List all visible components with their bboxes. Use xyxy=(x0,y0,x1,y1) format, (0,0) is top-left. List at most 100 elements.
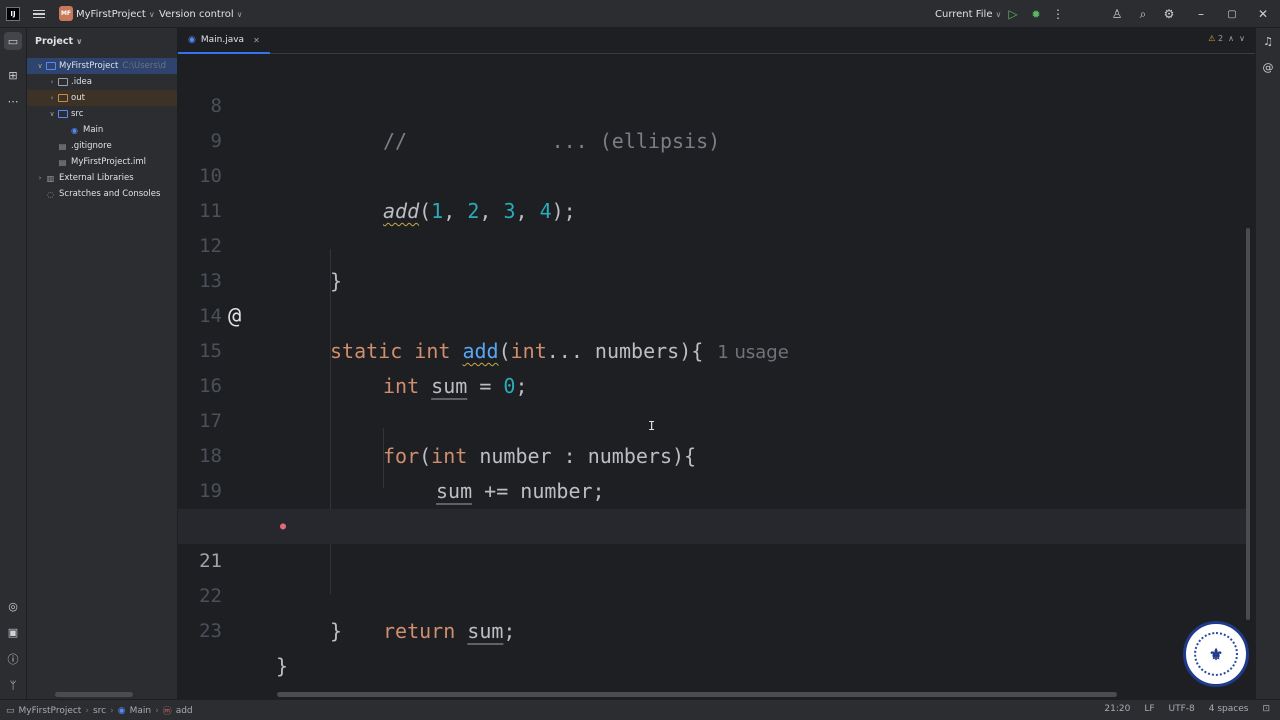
chevron-up-icon: ∧ xyxy=(1225,34,1235,43)
structure-icon[interactable]: ⊞ xyxy=(4,66,22,84)
lightbulb-icon[interactable]: ● xyxy=(280,509,286,544)
close-tab-icon[interactable]: ✕ xyxy=(253,36,260,45)
chevron-down-icon: ∨ xyxy=(1236,34,1245,43)
run-config-selector[interactable]: Current File ∨ xyxy=(935,0,1001,28)
chevron-right-icon[interactable]: › xyxy=(35,174,45,182)
more-icon[interactable]: ⋮ xyxy=(1050,6,1066,22)
chevron-down-icon[interactable]: ∨ xyxy=(47,110,57,118)
code-line-current: 21 ● return sum; xyxy=(178,509,1248,643)
chevron-down-icon[interactable]: ∨ xyxy=(35,62,45,70)
chevron-right-icon: › xyxy=(110,705,114,716)
keyword: return xyxy=(383,619,456,643)
file-encoding[interactable]: UTF-8 xyxy=(1169,704,1195,714)
inspection-widget[interactable]: ⚠ 2 ∧ ∨ xyxy=(1208,34,1245,43)
root-path-hint: C:\Users\d xyxy=(122,61,167,71)
status-widgets: 21:20 LF UTF-8 4 spaces ⊡ xyxy=(1104,704,1270,714)
java-class-icon: ◉ xyxy=(71,125,78,135)
editor-vertical-scrollbar[interactable] xyxy=(1246,228,1250,620)
code-line: 19 } xyxy=(178,439,1248,538)
tree-item[interactable]: ∨ src xyxy=(27,106,177,122)
left-tool-strip: ▭ ⊞ ⋯ ◎ ▣ ⓘ ᛘ xyxy=(0,28,27,699)
project-switcher[interactable]: MyFirstProject ∨ xyxy=(76,0,155,28)
terminal-icon[interactable]: ▣ xyxy=(4,623,22,641)
project-folder-icon[interactable]: ▭ xyxy=(4,32,22,50)
tree-item[interactable]: ▤ MyFirstProject.iml xyxy=(27,154,177,170)
more-tools-icon[interactable]: ⋯ xyxy=(4,92,22,110)
code-area[interactable]: 8 // ... (ellipsis) 9 10 add(1, 2, 3, 4)… xyxy=(178,54,1255,694)
run-config-label: Current File xyxy=(935,8,993,20)
project-panel-header[interactable]: Project ∨ xyxy=(35,36,83,47)
module-icon: ▭ xyxy=(6,705,15,716)
notifications-icon[interactable]: ♫ xyxy=(1259,32,1277,50)
tree-item[interactable]: › .idea xyxy=(27,74,177,90)
minimize-icon[interactable]: – xyxy=(1193,6,1209,22)
git-icon[interactable]: ᛘ xyxy=(4,676,22,694)
breadcrumb-item[interactable]: src xyxy=(93,706,106,716)
main-menu-icon[interactable] xyxy=(32,0,46,28)
indent-setting[interactable]: 4 spaces xyxy=(1209,704,1249,714)
ai-assistant-icon[interactable]: @ xyxy=(1259,58,1277,76)
tree-item-label: .idea xyxy=(71,77,92,87)
debug-icon[interactable]: ✹ xyxy=(1028,6,1044,22)
tree-item[interactable]: › out xyxy=(27,90,177,106)
code-line: 8 // ... (ellipsis) xyxy=(178,54,1248,153)
tree-item-label: out xyxy=(71,93,85,103)
code-editor[interactable]: ◉ Main.java ✕ ⚠ 2 ∧ ∨ 8 // ... (ellipsis… xyxy=(178,28,1255,699)
code-line: 15 int sum = 0; xyxy=(178,299,1248,398)
run-icon[interactable]: ▷ xyxy=(1005,6,1021,22)
panel-horizontal-scrollbar[interactable] xyxy=(55,692,133,697)
vcs-label: Version control xyxy=(159,8,234,20)
file-icon: ▤ xyxy=(58,157,67,167)
breadcrumb-item[interactable]: Main xyxy=(130,706,152,716)
search-icon[interactable]: ⌕ xyxy=(1135,6,1151,22)
tree-item[interactable]: ∨ MyFirstProject C:\Users\d xyxy=(27,58,177,74)
tree-item-label: Scratches and Consoles xyxy=(59,189,161,199)
tree-item[interactable]: › ▥ External Libraries xyxy=(27,170,177,186)
folder-icon xyxy=(57,110,68,119)
file-icon: ▤ xyxy=(58,141,67,151)
folder-icon xyxy=(45,62,56,71)
right-tool-strip: ♫ @ xyxy=(1255,28,1280,699)
tree-item-label: MyFirstProject xyxy=(59,61,119,71)
account-icon[interactable]: ♙ xyxy=(1109,6,1125,22)
problems-icon[interactable]: ⓘ xyxy=(4,650,22,668)
line-number: 23 xyxy=(199,620,222,642)
variable: sum xyxy=(467,619,504,643)
breadcrumb-item[interactable]: add xyxy=(176,706,193,716)
chevron-right-icon[interactable]: › xyxy=(47,94,57,102)
tree-item[interactable]: ◉ Main xyxy=(27,122,177,138)
chevron-down-icon: ∨ xyxy=(76,37,83,46)
tab-label: Main.java xyxy=(200,35,245,45)
tree-item[interactable]: ▤ .gitignore xyxy=(27,138,177,154)
breadcrumb-item[interactable]: MyFirstProject xyxy=(19,706,82,716)
inspection-count: 2 xyxy=(1218,34,1224,43)
code-line: 23 } xyxy=(178,579,1248,678)
chevron-right-icon: › xyxy=(155,705,159,716)
status-bar: ▭ MyFirstProject › src › ◉ Main › ⓜ add … xyxy=(0,699,1280,720)
warning-icon: ⚠ xyxy=(1208,34,1216,43)
code-line: 9 xyxy=(178,89,1248,152)
vcs-menu[interactable]: Version control ∨ xyxy=(159,0,242,28)
tree-item-label: src xyxy=(71,109,84,119)
code-line: 13 @ static int add(int... numbers){1 us… xyxy=(178,229,1248,363)
logo-emblem-icon: ⚜ xyxy=(1194,632,1238,676)
settings-icon[interactable]: ⚙ xyxy=(1161,6,1177,22)
tree-item[interactable]: ◌ Scratches and Consoles xyxy=(27,186,177,202)
close-icon[interactable]: ✕ xyxy=(1255,6,1271,22)
chevron-right-icon[interactable]: › xyxy=(47,78,57,86)
maximize-icon[interactable]: ▢ xyxy=(1224,6,1240,22)
method-icon: ⓜ xyxy=(162,707,172,717)
editor-horizontal-scrollbar[interactable] xyxy=(277,692,1117,697)
code-line: 20 xyxy=(178,474,1248,537)
chevron-down-icon: ∨ xyxy=(236,9,243,19)
line-separator[interactable]: LF xyxy=(1144,704,1154,714)
scratches-icon: ◌ xyxy=(47,189,54,199)
class-icon: ◉ xyxy=(117,705,126,716)
tab-main-java[interactable]: ◉ Main.java ✕ xyxy=(178,28,270,54)
project-panel-title: Project xyxy=(35,36,74,47)
caret-position[interactable]: 21:20 xyxy=(1104,704,1130,714)
readonly-lock-icon[interactable]: ⊡ xyxy=(1262,704,1270,714)
services-icon[interactable]: ◎ xyxy=(4,597,22,615)
project-badge-icon: MF xyxy=(59,6,73,21)
code-line: 12 } xyxy=(178,194,1248,293)
